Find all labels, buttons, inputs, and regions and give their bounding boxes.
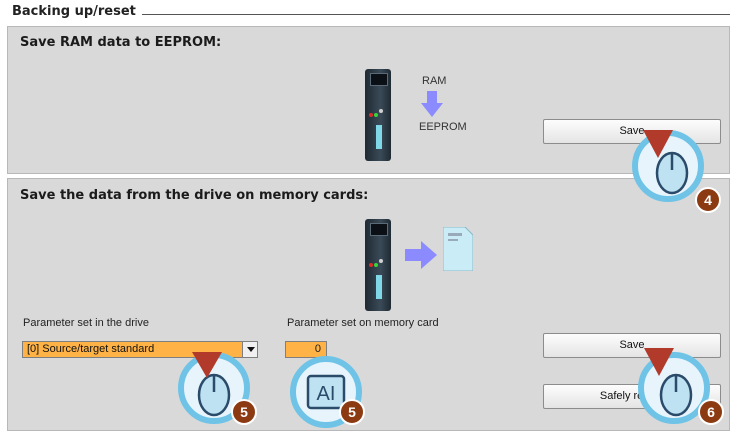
param-drive-label: Parameter set in the drive (23, 317, 149, 329)
eeprom-panel: Save RAM data to EEPROM: RAM EEPROM Save (7, 26, 730, 174)
step-badge-4: 4 (695, 187, 721, 213)
arrow-right-icon (405, 241, 437, 269)
ram-label: RAM (422, 75, 447, 87)
eeprom-panel-title: Save RAM data to EEPROM: (20, 35, 222, 50)
step-badge-6: 6 (698, 399, 724, 425)
arrow-down-icon (421, 91, 443, 117)
param-card-label: Parameter set on memory card (287, 317, 439, 329)
step-badge-5: 5 (339, 399, 365, 425)
param-drive-value: [0] Source/target standard (27, 343, 155, 355)
memory-card-panel-title: Save the data from the drive on memory c… (20, 188, 369, 203)
title-divider (142, 14, 730, 15)
memory-card-panel: Save the data from the drive on memory c… (7, 178, 730, 431)
step-badge-5: 5 (231, 399, 257, 425)
memory-card-icon (443, 227, 473, 271)
eeprom-label: EEPROM (419, 121, 467, 133)
drive-icon (365, 219, 391, 311)
section-title: Backing up/reset (12, 4, 136, 19)
svg-text:AI: AI (317, 383, 336, 405)
drive-icon (365, 69, 391, 161)
